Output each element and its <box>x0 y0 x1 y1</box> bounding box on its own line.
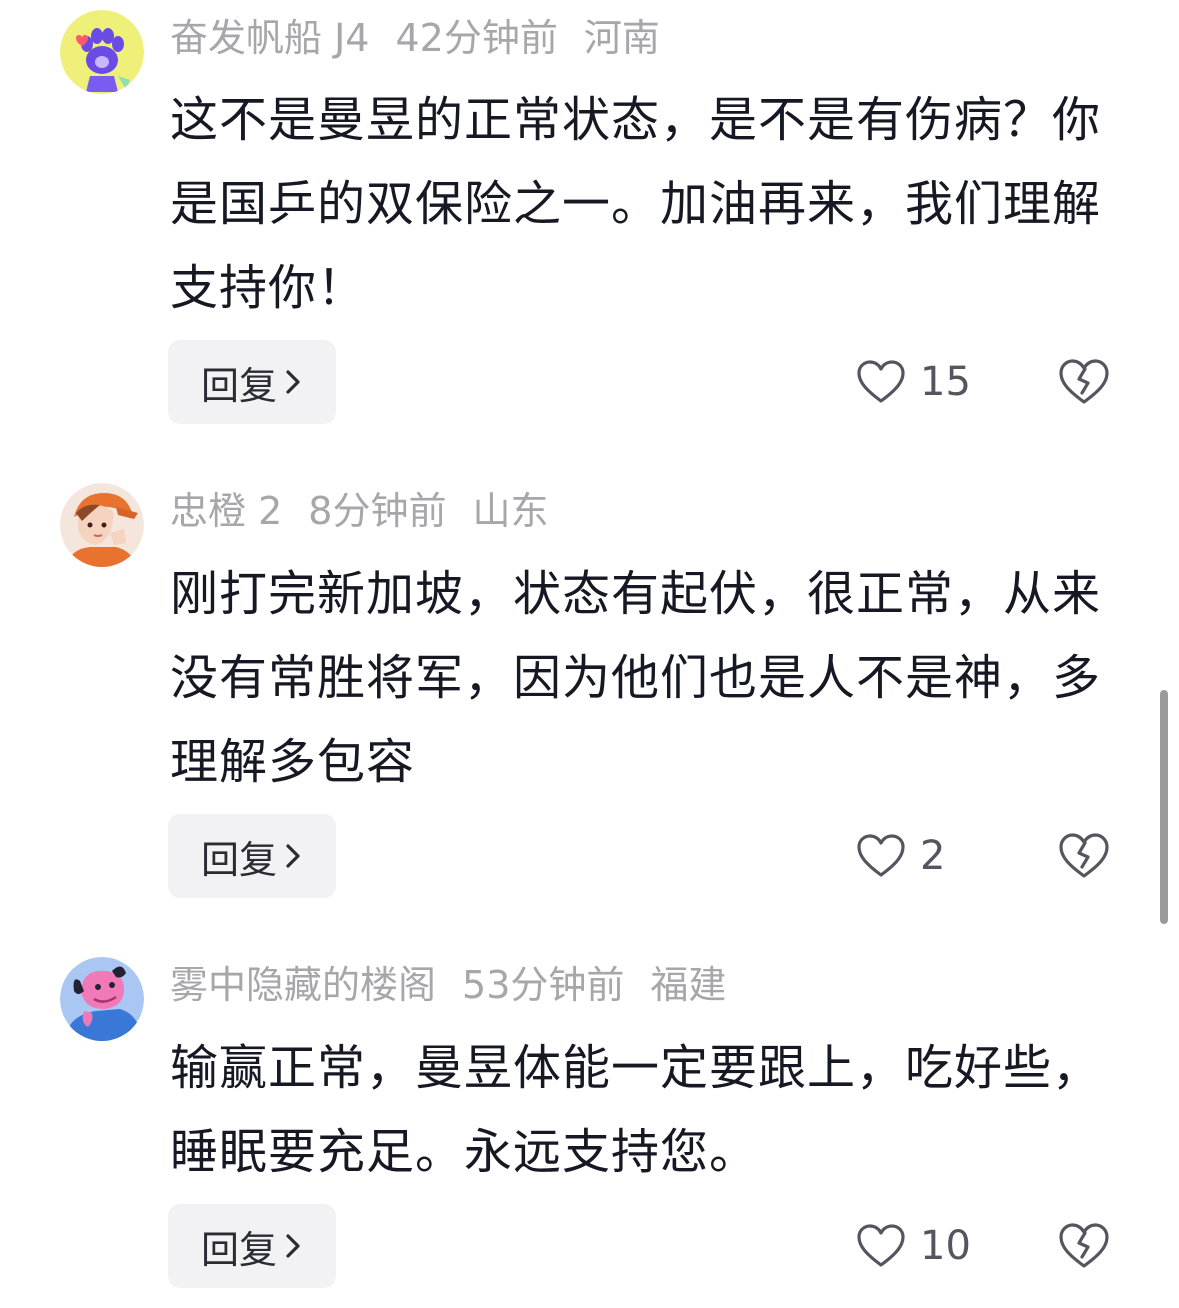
cat-paw-icon <box>60 10 144 94</box>
comment-text: 输赢正常，曼昱体能一定要跟上，吃好些，睡眠要充足。永远支持您。 <box>170 1040 1102 1180</box>
heart-outline-icon <box>857 834 905 877</box>
like-count: 10 <box>920 1223 971 1269</box>
broken-heart-icon <box>1059 833 1109 878</box>
timestamp: 53分钟前 <box>462 963 625 1007</box>
comment-meta: 雾中隐藏的楼阁 53分钟前 福建 <box>170 957 752 1013</box>
reply-button[interactable]: 回复 <box>168 814 336 898</box>
chevron-right-icon <box>283 842 303 870</box>
avatar[interactable] <box>60 957 144 1041</box>
dislike-button[interactable] <box>1058 1222 1110 1274</box>
timestamp: 42分钟前 <box>395 16 558 60</box>
location: 河南 <box>583 16 660 60</box>
broken-heart-icon <box>1059 359 1109 404</box>
username[interactable]: 奋发帆船 J4 <box>170 16 369 60</box>
scrollbar[interactable] <box>1160 690 1168 924</box>
avatar[interactable] <box>60 10 144 94</box>
reply-button[interactable]: 回复 <box>168 340 336 424</box>
comment-meta: 忠橙 2 8分钟前 山东 <box>170 483 574 539</box>
timestamp: 8分钟前 <box>308 489 447 533</box>
like-button[interactable]: 15 <box>856 352 971 412</box>
reply-label: 回复 <box>200 837 277 882</box>
username[interactable]: 雾中隐藏的楼阁 <box>170 963 436 1007</box>
location: 山东 <box>472 489 549 533</box>
like-button[interactable]: 10 <box>856 1216 971 1276</box>
comment-meta: 奋发帆船 J4 42分钟前 河南 <box>170 10 686 66</box>
like-count: 2 <box>920 833 946 879</box>
boy-orange-cap-avatar <box>60 483 144 567</box>
heart-outline-icon <box>857 360 905 403</box>
comment-text: 刚打完新加坡，状态有起伏，很正常，从来没有常胜将军，因为他们也是人不是神，多理解… <box>170 566 1102 790</box>
chevron-right-icon <box>283 368 303 396</box>
like-count: 15 <box>920 359 971 405</box>
chevron-right-icon <box>283 1232 303 1260</box>
location: 福建 <box>650 963 727 1007</box>
dislike-button[interactable] <box>1058 358 1110 410</box>
reply-button[interactable]: 回复 <box>168 1204 336 1288</box>
reply-label: 回复 <box>200 1227 277 1272</box>
heart-outline-icon <box>857 1224 905 1267</box>
username[interactable]: 忠橙 2 <box>170 489 282 533</box>
broken-heart-icon <box>1059 1223 1109 1268</box>
comment-text: 这不是曼昱的正常状态，是不是有伤病？你是国乒的双保险之一。加油再来，我们理解支持… <box>170 92 1102 316</box>
avatar[interactable] <box>60 483 144 567</box>
reply-label: 回复 <box>200 363 277 408</box>
like-button[interactable]: 2 <box>856 826 945 886</box>
dislike-button[interactable] <box>1058 832 1110 884</box>
pink-dog-avatar <box>60 957 144 1041</box>
